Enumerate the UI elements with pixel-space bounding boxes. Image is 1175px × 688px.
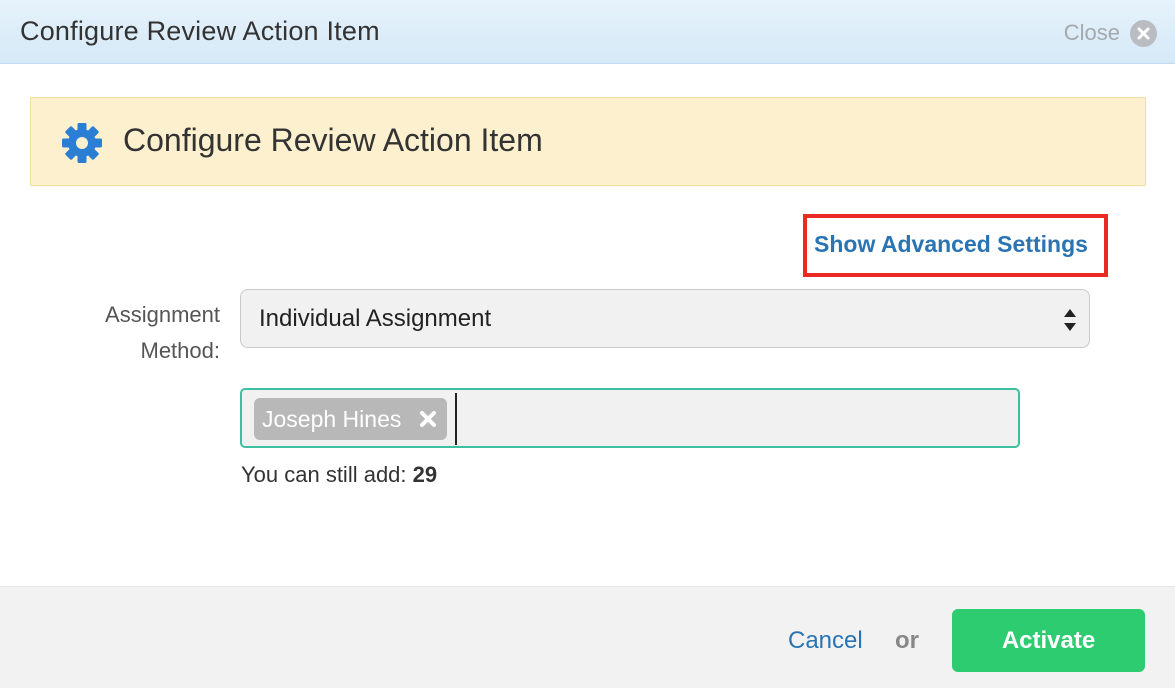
configure-dialog: Configure Review Action Item Close Confi… <box>0 0 1175 688</box>
remove-token-icon[interactable] <box>419 410 437 428</box>
gear-icon <box>62 123 102 163</box>
assignment-method-value: Individual Assignment <box>259 305 492 332</box>
remaining-count: 29 <box>412 462 438 487</box>
text-cursor <box>455 393 457 445</box>
or-separator: or <box>895 627 919 654</box>
remaining-count-text: You can still add: 29 <box>241 462 437 488</box>
close-label: Close <box>1063 20 1120 45</box>
dialog-title: Configure Review Action Item <box>20 16 380 46</box>
cancel-link[interactable]: Cancel <box>788 627 863 655</box>
show-advanced-settings-link[interactable]: Show Advanced Settings <box>814 231 1088 258</box>
info-banner: Configure Review Action Item <box>30 97 1146 186</box>
assignee-token: Joseph Hines <box>254 398 447 440</box>
select-arrows-icon <box>1064 309 1076 331</box>
activate-button[interactable]: Activate <box>952 609 1145 672</box>
dialog-footer: Cancel or Activate <box>0 586 1175 688</box>
remaining-prefix: You can still add: <box>241 462 407 487</box>
close-icon[interactable] <box>1130 19 1157 47</box>
assignee-token-field[interactable]: Joseph Hines <box>240 388 1020 448</box>
assignment-method-select[interactable]: Individual Assignment <box>240 289 1090 348</box>
dialog-title-bar: Configure Review Action Item Close <box>0 0 1175 64</box>
assignment-method-label: Assignment Method: <box>105 302 220 363</box>
assignee-name: Joseph Hines <box>262 405 402 432</box>
banner-heading: Configure Review Action Item <box>123 122 543 158</box>
close-button[interactable]: Close <box>1064 18 1157 48</box>
